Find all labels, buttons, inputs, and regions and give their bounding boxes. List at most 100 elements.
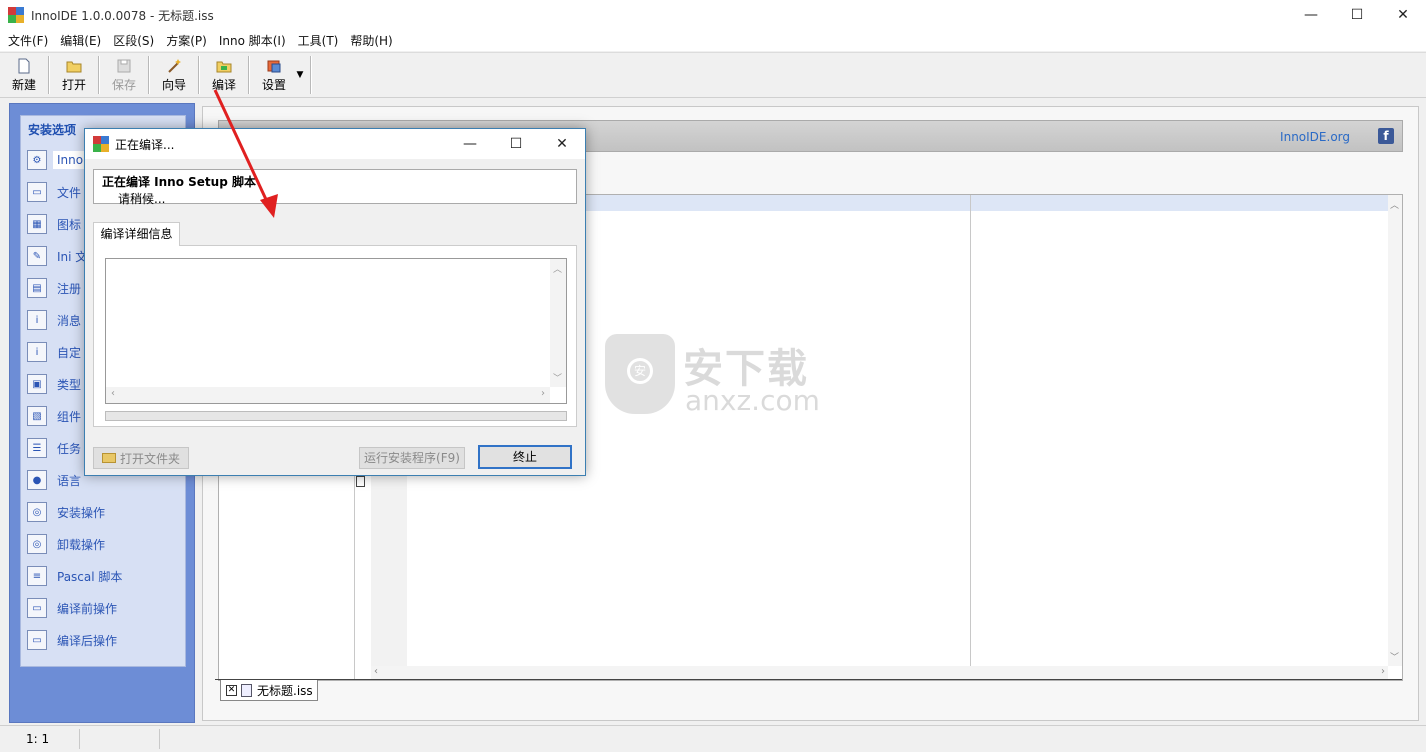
- wizard-button[interactable]: 向导: [154, 53, 194, 97]
- close-tab-icon[interactable]: ✕: [226, 684, 237, 696]
- scroll-up-icon[interactable]: ︿: [1390, 198, 1399, 211]
- log-vertical-scrollbar[interactable]: ︿ ﹀: [550, 259, 566, 387]
- compile-button[interactable]: 编译: [204, 53, 244, 97]
- status-bar: 1: 1: [0, 725, 1426, 752]
- status-cell: [80, 729, 160, 749]
- settings-icon: [267, 60, 281, 72]
- new-button-label: 新建: [11, 77, 36, 92]
- post-compile-icon: ▭: [27, 630, 47, 650]
- compile-log-textarea[interactable]: ︿ ﹀ ‹ ›: [105, 258, 567, 404]
- info-icon: i: [27, 342, 47, 362]
- column-divider[interactable]: [970, 195, 971, 666]
- tab-divider: [215, 679, 1402, 680]
- wizard-wand-icon: [168, 58, 181, 73]
- script-icon: ≡: [27, 566, 47, 586]
- components-icon: ▧: [27, 406, 47, 426]
- open-button-label: 打开: [61, 77, 86, 92]
- sidebar-item-pre-compile[interactable]: ▭ 编译前操作: [21, 592, 185, 624]
- log-scroll-left-icon[interactable]: ‹: [111, 388, 115, 399]
- new-button[interactable]: 新建: [4, 53, 44, 97]
- uninstall-action-icon: ◎: [27, 534, 47, 554]
- setup-icon: ⚙: [27, 150, 47, 170]
- sidebar-item-post-compile[interactable]: ▭ 编译后操作: [21, 624, 185, 656]
- horizontal-scrollbar[interactable]: ‹ ›: [371, 666, 1388, 680]
- menu-bar: 文件(F) 编辑(E) 区段(S) 方案(P) Inno 脚本(I) 工具(T)…: [0, 30, 1426, 51]
- log-horizontal-scrollbar[interactable]: ‹ ›: [106, 387, 550, 403]
- watermark-en: anxz.com: [685, 384, 820, 417]
- globe-icon: ●: [27, 470, 47, 490]
- dialog-close-button[interactable]: ✕: [539, 129, 585, 159]
- dialog-title-bar: 正在编译... — ☐ ✕: [85, 129, 585, 159]
- menu-tools[interactable]: 工具(T): [292, 32, 345, 49]
- window-title: InnoIDE 1.0.0.0078 - 无标题.iss: [31, 8, 214, 23]
- icons-icon: ▦: [27, 214, 47, 234]
- scroll-right-icon[interactable]: ›: [1381, 666, 1385, 677]
- sidebar-item-install-actions[interactable]: ◎ 安装操作: [21, 496, 185, 528]
- facebook-icon[interactable]: f: [1378, 128, 1394, 144]
- ini-icon: ✎: [27, 246, 47, 266]
- run-setup-button[interactable]: 运行安装程序(F9): [359, 447, 465, 469]
- shield-logo-icon: 安: [605, 334, 675, 414]
- folder-icon: [101, 453, 116, 463]
- compile-heading: 正在编译 Inno Setup 脚本: [102, 175, 256, 189]
- document-tab[interactable]: ✕ 无标题.iss: [220, 680, 318, 701]
- compile-dialog: 正在编译... — ☐ ✕ 正在编译 Inno Setup 脚本 请稍候... …: [84, 128, 586, 476]
- log-scroll-down-icon[interactable]: ﹀: [553, 371, 562, 384]
- scroll-left-icon[interactable]: ‹: [374, 666, 378, 677]
- log-scroll-up-icon[interactable]: ︿: [553, 262, 562, 275]
- registry-icon: ▤: [27, 278, 47, 298]
- compile-status-box: 正在编译 Inno Setup 脚本 请稍候...: [93, 169, 577, 206]
- compile-progress-bar: [105, 411, 567, 421]
- compile-subtext: 请稍候...: [118, 192, 166, 206]
- tab-compile-details[interactable]: 编译详细信息: [93, 222, 180, 246]
- pre-compile-icon: ▭: [27, 598, 47, 618]
- open-button[interactable]: 打开: [54, 53, 94, 97]
- splitter-handle[interactable]: [356, 476, 365, 487]
- menu-file[interactable]: 文件(F): [2, 32, 54, 49]
- app-icon: [8, 7, 24, 23]
- sidebar-item-pascal-script[interactable]: ≡ Pascal 脚本: [21, 560, 185, 592]
- tasks-icon: ☰: [27, 438, 47, 458]
- open-folder-icon: [66, 61, 82, 72]
- open-folder-button[interactable]: 打开文件夹: [93, 447, 189, 469]
- scroll-down-icon[interactable]: ﹀: [1390, 650, 1399, 663]
- stop-button[interactable]: 终止: [478, 445, 572, 469]
- dialog-minimize-button[interactable]: —: [447, 129, 493, 159]
- compile-icon: [216, 61, 232, 72]
- document-tab-label: 无标题.iss: [257, 683, 313, 698]
- settings-button[interactable]: 设置: [254, 53, 294, 97]
- settings-dropdown-icon[interactable]: ▼: [294, 53, 306, 97]
- menu-help[interactable]: 帮助(H): [344, 32, 398, 49]
- menu-section[interactable]: 区段(S): [107, 32, 160, 49]
- file-icon: [241, 683, 252, 697]
- types-icon: ▣: [27, 374, 47, 394]
- save-disk-icon: [117, 59, 131, 72]
- settings-button-label: 设置: [261, 77, 286, 92]
- info-icon: i: [27, 310, 47, 330]
- new-file-icon: [18, 58, 30, 73]
- menu-edit[interactable]: 编辑(E): [54, 32, 107, 49]
- dialog-maximize-button[interactable]: ☐: [493, 129, 539, 159]
- folder-icon: ▭: [27, 182, 47, 202]
- cursor-position: 1: 1: [0, 729, 80, 749]
- close-button[interactable]: ✕: [1380, 0, 1426, 30]
- wizard-button-label: 向导: [161, 77, 186, 92]
- compile-details-panel: ︿ ﹀ ‹ ›: [93, 245, 577, 427]
- dialog-app-icon: [93, 136, 109, 152]
- innoide-link[interactable]: InnoIDE.org: [1280, 130, 1350, 144]
- maximize-button[interactable]: ☐: [1334, 0, 1380, 30]
- save-button[interactable]: 保存: [104, 53, 144, 97]
- menu-project[interactable]: 方案(P): [160, 32, 213, 49]
- minimize-button[interactable]: —: [1288, 0, 1334, 30]
- toolbar: 新建 打开 保存 向导 编译 设置 ▼: [0, 52, 1426, 98]
- sidebar-item-uninstall-actions[interactable]: ◎ 卸载操作: [21, 528, 185, 560]
- save-button-label: 保存: [111, 77, 136, 92]
- dialog-title: 正在编译...: [115, 137, 175, 152]
- install-action-icon: ◎: [27, 502, 47, 522]
- watermark: 安 安下载 anxz.com: [605, 334, 825, 417]
- title-bar: InnoIDE 1.0.0.0078 - 无标题.iss — ☐ ✕: [0, 0, 1426, 30]
- vertical-scrollbar[interactable]: ︿ ﹀: [1388, 195, 1402, 666]
- compile-button-label: 编译: [211, 77, 236, 92]
- menu-inno-script[interactable]: Inno 脚本(I): [213, 32, 292, 49]
- log-scroll-right-icon[interactable]: ›: [541, 388, 545, 399]
